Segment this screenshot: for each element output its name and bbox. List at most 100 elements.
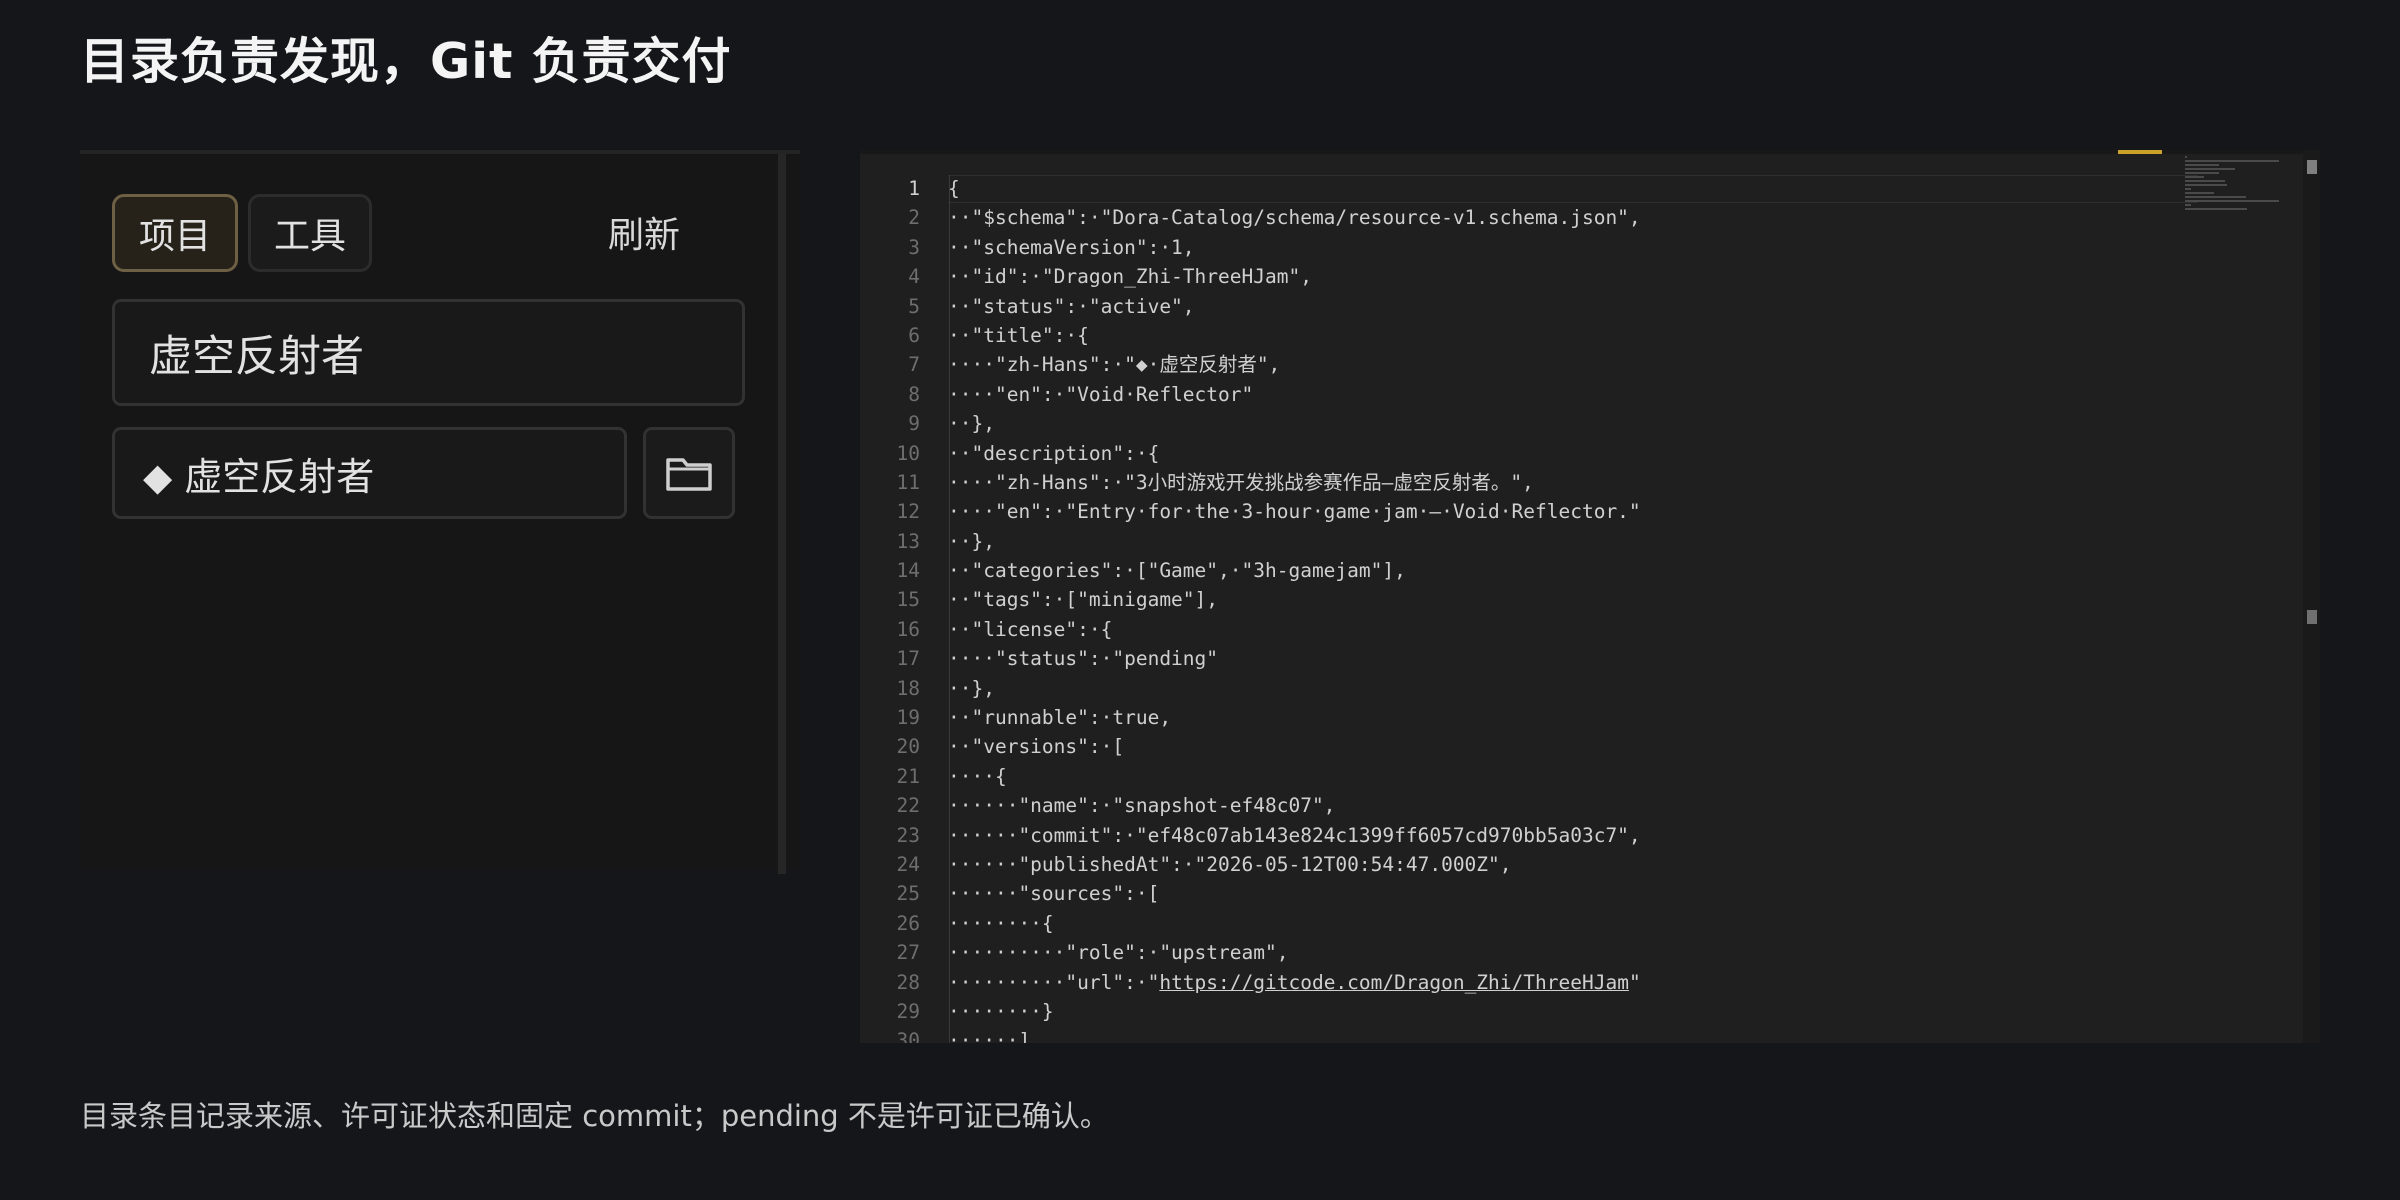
line-number: 26: [896, 911, 920, 935]
code-text: ··"id":·"Dragon_Zhi-ThreeHJam",: [948, 265, 1312, 289]
code-line: 20 ··"versions":·[: [860, 732, 1125, 761]
code-text: ······"publishedAt":·"2026-05-12T00:54:4…: [948, 852, 1512, 876]
line-number: 30: [896, 1029, 920, 1043]
line-number: 7: [908, 353, 920, 377]
resource-name-input[interactable]: 虚空反射者: [112, 299, 745, 406]
minimap-line: [2185, 164, 2219, 166]
code-line: 28 ··········"url":·"https://gitcode.com/…: [860, 968, 1641, 997]
code-line: 17 ····"status":·"pending": [860, 644, 1219, 673]
code-text: ··},: [948, 529, 995, 553]
code-text: ······]: [948, 1029, 1031, 1043]
scrollbar-marker: [2307, 160, 2317, 174]
code-line: 26 ········{: [860, 909, 1054, 938]
code-text: ········{: [948, 911, 1054, 935]
code-text: ··"versions":·[: [948, 735, 1125, 759]
code-line: 27 ··········"role":·"upstream",: [860, 938, 1289, 967]
code-text: ··"schemaVersion":·1,: [948, 235, 1195, 259]
code-line: 4 ··"id":·"Dragon_Zhi-ThreeHJam",: [860, 262, 1312, 291]
code-line: 24 ······"publishedAt":·"2026-05-12T00:54…: [860, 850, 1512, 879]
code-text: ··},: [948, 676, 995, 700]
code-text: ······"sources":·[: [948, 882, 1160, 906]
editor-scrollbar[interactable]: [2303, 150, 2320, 1043]
folder-icon: [666, 458, 712, 491]
code-text: ··"$schema":·"Dora-Catalog/schema/resour…: [948, 206, 1641, 230]
line-number: 25: [896, 882, 920, 906]
code-line: 3 ··"schemaVersion":·1,: [860, 233, 1194, 262]
line-number: 13: [896, 529, 920, 553]
code-text: ····"en":·"Entry·for·the·3-hour·game·jam…: [948, 500, 1641, 524]
code-line: 1{: [860, 174, 960, 203]
line-number: 5: [908, 294, 920, 318]
line-number: 6: [908, 323, 920, 347]
code-text: ······"commit":·"ef48c07ab143e824c1399ff…: [948, 823, 1641, 847]
line-number: 11: [896, 470, 920, 494]
code-text: {: [948, 177, 960, 200]
open-folder-button[interactable]: [643, 427, 735, 519]
line-number: 24: [896, 852, 920, 876]
line-number: 2: [908, 206, 920, 230]
scrollbar-marker: [2307, 610, 2317, 624]
minimap-line: [2185, 172, 2219, 174]
line-number: 12: [896, 500, 920, 524]
code-text: ··········"role":·"upstream",: [948, 941, 1289, 965]
code-text: ····"zh-Hans":·"◆·虚空反射者",: [948, 353, 1281, 377]
line-number: 18: [896, 676, 920, 700]
minimap-line: [2185, 180, 2225, 182]
resource-form-panel: 项目 工具 刷新 虚空反射者 ◆ 虚空反射者: [80, 150, 800, 874]
slide-caption: 目录条目记录来源、许可证状态和固定 commit；pending 不是许可证已确…: [80, 1099, 1109, 1133]
line-number: 20: [896, 735, 920, 759]
minimap-line: [2185, 192, 2214, 194]
line-number: 23: [896, 823, 920, 847]
minimap-line: [2185, 184, 2227, 186]
code-text: ··········"url":·"https://gitcode.com/Dr…: [948, 970, 1641, 994]
code-line: 14 ··"categories":·["Game",·"3h-gamejam"]…: [860, 556, 1406, 585]
line-number: 1: [908, 177, 920, 200]
code-text: ····"status":·"pending": [948, 647, 1219, 671]
display-name-input[interactable]: ◆ 虚空反射者: [112, 427, 627, 519]
code-line: 11 ····"zh-Hans":·"3小时游戏开发挑战参赛作品—虚空反射者。",: [860, 468, 1534, 497]
line-number: 10: [896, 441, 920, 465]
minimap-line: [2185, 200, 2280, 202]
code-line: 18 ··},: [860, 674, 995, 703]
tab-tools[interactable]: 工具: [248, 194, 372, 272]
code-line: 29 ········}: [860, 997, 1054, 1026]
line-number: 3: [908, 235, 920, 259]
code-text: ····"en":·"Void·Reflector": [948, 382, 1254, 406]
code-line: 10 ··"description":·{: [860, 439, 1160, 468]
minimap-line: [2185, 160, 2280, 162]
code-line: 2 ··"$schema":·"Dora-Catalog/schema/resou…: [860, 203, 1640, 232]
code-text: ········}: [948, 999, 1054, 1023]
code-text: ··"runnable":·true,: [948, 706, 1172, 730]
code-text: ······"name":·"snapshot-ef48c07",: [948, 794, 1336, 818]
code-line: 15 ··"tags":·["minigame"],: [860, 585, 1219, 614]
code-line: 25 ······"sources":·[: [860, 879, 1160, 908]
code-line: 19 ··"runnable":·true,: [860, 703, 1172, 732]
line-number: 19: [896, 706, 920, 730]
current-line-highlight: [948, 175, 2198, 203]
minimap-line: [2185, 156, 2187, 158]
line-number: 28: [896, 970, 920, 994]
line-number: 16: [896, 617, 920, 641]
line-number: 15: [896, 588, 920, 612]
line-number: 21: [896, 764, 920, 788]
code-line: 6 ··"title":·{: [860, 321, 1089, 350]
panel-scrollbar[interactable]: [778, 154, 786, 874]
minimap-line: [2185, 196, 2246, 198]
tab-projects[interactable]: 项目: [112, 194, 238, 272]
minimap-line: [2185, 204, 2192, 206]
line-number: 8: [908, 382, 920, 406]
code-line: 23 ······"commit":·"ef48c07ab143e824c1399…: [860, 821, 1641, 850]
minimap[interactable]: [2185, 154, 2295, 224]
json-editor[interactable]: 1{2 ··"$schema":·"Dora-Catalog/schema/res…: [860, 150, 2320, 1043]
line-number: 22: [896, 794, 920, 818]
refresh-button[interactable]: 刷新: [608, 206, 680, 258]
source-url-link[interactable]: https://gitcode.com/Dragon_Zhi/ThreeHJam: [1159, 971, 1629, 994]
line-number: 27: [896, 941, 920, 965]
code-line: 12 ····"en":·"Entry·for·the·3-hour·game·j…: [860, 497, 1641, 526]
line-number: 17: [896, 647, 920, 671]
slide-title: 目录负责发现，Git 负责交付: [80, 33, 732, 90]
line-number: 14: [896, 559, 920, 583]
code-text: ··"status":·"active",: [948, 294, 1195, 318]
code-text: ··},: [948, 412, 995, 436]
code-text: ··"license":·{: [948, 617, 1113, 641]
